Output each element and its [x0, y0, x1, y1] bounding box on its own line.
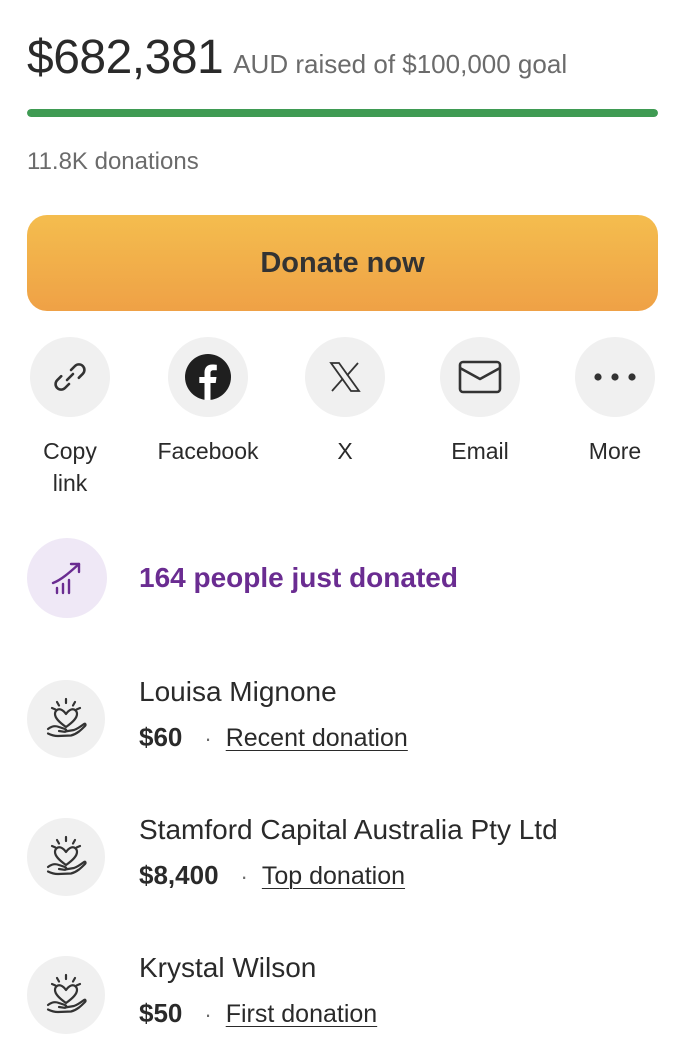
donor-item: Krystal Wilson $50 · First donation [27, 952, 667, 1042]
donor-meta: $8,400 · Top donation [139, 860, 405, 891]
separator-dot: · [204, 1002, 212, 1027]
donor-item: Stamford Capital Australia Pty Ltd $8,40… [27, 814, 667, 904]
donor-name: Louisa Mignone [139, 676, 337, 707]
email-icon [458, 360, 502, 394]
donate-now-label: Donate now [260, 246, 425, 279]
donor-avatar [27, 956, 105, 1034]
share-more-button[interactable] [575, 337, 655, 417]
facebook-icon [185, 354, 231, 400]
separator-dot: · [240, 864, 248, 889]
donor-name: Krystal Wilson [139, 952, 317, 983]
donor-avatar [27, 680, 105, 758]
share-copy-link-button[interactable] [30, 337, 110, 417]
share-facebook[interactable]: Facebook [143, 337, 273, 467]
heart-hand-icon [46, 697, 87, 738]
share-x[interactable]: X [280, 337, 410, 467]
share-email-button[interactable] [440, 337, 520, 417]
donor-meta: $50 · First donation [139, 998, 377, 1029]
share-email-label: Email [451, 438, 509, 464]
share-facebook-button[interactable] [168, 337, 248, 417]
donation-tag-link[interactable]: Top donation [262, 862, 405, 891]
trend-icon-circle [27, 538, 107, 618]
donation-tag-link[interactable]: First donation [226, 1000, 377, 1029]
donor-amount: $60 [139, 722, 183, 752]
separator-dot: · [204, 726, 212, 751]
donor-avatar [27, 818, 105, 896]
heart-hand-icon [46, 973, 87, 1014]
share-copy-link[interactable]: Copy link [5, 337, 135, 499]
share-email[interactable]: Email [415, 337, 545, 467]
donate-now-button[interactable]: Donate now [27, 215, 658, 311]
trending-up-icon [51, 562, 81, 595]
share-more[interactable]: More [550, 337, 680, 467]
more-dots-icon [594, 373, 636, 381]
link-icon [54, 363, 86, 391]
progress-bar [27, 109, 658, 117]
raised-goal-text: AUD raised of $100,000 goal [233, 49, 568, 79]
donor-amount: $8,400 [139, 860, 219, 890]
amount-raised-row: $682,381 AUD raised of $100,000 goal [27, 30, 567, 85]
share-x-label: X [337, 438, 353, 464]
donor-amount: $50 [139, 998, 183, 1028]
heart-hand-icon [46, 835, 87, 876]
share-options: Copy link Facebook X Email More [0, 337, 695, 497]
x-logo-icon [329, 362, 361, 392]
donation-tag-link[interactable]: Recent donation [226, 724, 408, 753]
donation-count: 11.8K donations [27, 148, 199, 175]
recent-donations-trend: 164 people just donated [27, 538, 458, 618]
share-x-button[interactable] [305, 337, 385, 417]
share-facebook-label: Facebook [157, 438, 259, 464]
share-copy-link-label: Copy link [43, 438, 97, 496]
trend-text: 164 people just donated [139, 562, 458, 593]
progress-bar-fill [27, 109, 658, 117]
share-more-label: More [588, 438, 642, 464]
donor-meta: $60 · Recent donation [139, 722, 408, 753]
donor-item: Louisa Mignone $60 · Recent donation [27, 676, 667, 766]
donor-name: Stamford Capital Australia Pty Ltd [139, 814, 558, 845]
raised-amount: $682,381 [27, 31, 224, 84]
